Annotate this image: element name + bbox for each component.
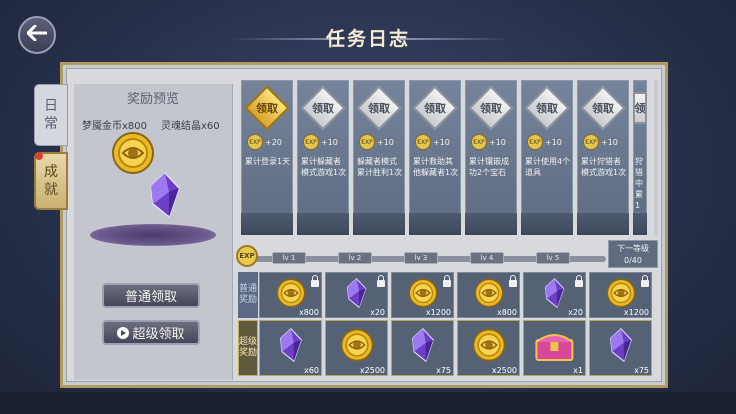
preview-item-crystal-label: 灵魂结晶x60 [161, 121, 220, 132]
task-card-footer [465, 213, 517, 235]
crystal-icon [544, 277, 565, 312]
task-card-footer [633, 213, 647, 235]
reward-quantity: x1200 [425, 308, 451, 317]
task-exp-value: +10 [601, 138, 618, 147]
task-claim-label: 领取 [480, 102, 502, 115]
coin-icon [474, 278, 504, 312]
task-description: 累计救助其他躲藏者1次 [413, 157, 459, 177]
level-marker: lv 4 [470, 252, 504, 264]
task-exp-value: +10 [545, 138, 562, 147]
next-level-box: 下一等级 0/40 [608, 240, 658, 268]
level-marker: lv 2 [338, 252, 372, 264]
exp-icon: EXP [303, 134, 319, 150]
tab-achievement[interactable]: 成 就 [34, 152, 68, 210]
reward-quantity: x800 [298, 308, 319, 317]
lock-icon [509, 275, 517, 287]
task-claim-label: 领取 [312, 102, 334, 115]
task-claim-label: 领取 [536, 102, 558, 115]
task-description: 累计镶嵌成功2个宝石 [469, 157, 509, 177]
lock-icon [443, 275, 451, 287]
exp-icon: EXP [471, 134, 487, 150]
crystal-icon [609, 327, 633, 366]
lock-icon [575, 275, 583, 287]
exp-icon: EXP [527, 134, 543, 150]
preview-item-coin-label: 梦魇金币x800 [82, 121, 148, 132]
card-list-edge [654, 80, 658, 235]
coin-icon [111, 131, 155, 179]
reward-pedestal [88, 222, 218, 248]
reward-quantity: x800 [496, 308, 517, 317]
crystal-icon [346, 277, 367, 312]
super-claim-label: 超级领取 [132, 327, 185, 342]
task-description: 累计躲藏者模式游戏1次 [301, 157, 347, 177]
task-card-footer [409, 213, 461, 235]
task-description: 躲藏者模式累计胜利1次 [357, 157, 403, 177]
normal-claim-button[interactable]: 普通领取 [102, 283, 200, 308]
normal-claim-label: 普通领取 [124, 290, 177, 305]
task-exp-value: +20 [265, 138, 282, 147]
exp-icon: EXP [415, 134, 431, 150]
level-marker: lv 1 [272, 252, 306, 264]
task-card-footer [353, 213, 405, 235]
task-claim-label: 领取 [368, 102, 390, 115]
tab-daily[interactable]: 日 常 [34, 84, 68, 146]
reward-preview-title: 奖励预览 [126, 92, 179, 107]
task-claim-label: 领 [634, 102, 646, 115]
task-claim-label: 领取 [424, 102, 446, 115]
tab-daily-label: 日 常 [44, 98, 58, 132]
reward-quantity: x2500 [359, 366, 385, 375]
reward-quantity: x60 [304, 366, 319, 375]
task-card-footer [521, 213, 573, 235]
crystal-icon [411, 327, 435, 366]
level-marker: lv 3 [404, 252, 438, 264]
task-exp-value: +10 [433, 138, 450, 147]
normal-reward-row-label: 普通奖励 [238, 272, 258, 318]
task-description: 累计狩猎者模式游戏1次 [581, 157, 627, 177]
task-exp-value: +10 [377, 138, 394, 147]
next-level-value: 0/40 [624, 256, 642, 265]
exp-icon: EXP [583, 134, 599, 150]
task-card-footer [241, 213, 293, 235]
page-title: 任务日志 [325, 28, 410, 50]
task-exp-value: +10 [321, 138, 338, 147]
notification-dot [35, 152, 43, 160]
coin-icon [472, 328, 506, 366]
coin-icon [340, 328, 374, 366]
exp-icon: EXP [247, 134, 263, 150]
crystal-icon [279, 327, 303, 366]
bottom-bar [0, 392, 736, 414]
lock-icon [377, 275, 385, 287]
reward-quantity: x20 [568, 308, 583, 317]
super-claim-button[interactable]: 超级领取 [102, 320, 200, 345]
task-card-footer [297, 213, 349, 235]
task-description: 累计使用4个道具 [525, 157, 571, 177]
task-claim-label: 领取 [256, 102, 278, 115]
chest-icon [534, 328, 575, 366]
exp-badge: EXP [236, 245, 258, 267]
super-reward-row-label: 超级奖励 [238, 320, 258, 376]
lock-icon [641, 275, 649, 287]
exp-icon: EXP [359, 134, 375, 150]
coin-icon [408, 278, 438, 312]
reward-quantity: x2500 [491, 366, 517, 375]
reward-quantity: x75 [436, 366, 451, 375]
level-marker: lv 5 [536, 252, 570, 264]
task-description: 累计登录1天 [245, 157, 291, 166]
crystal-icon [150, 171, 180, 222]
tab-achievement-label: 成 就 [44, 164, 58, 198]
next-level-label: 下一等级 [617, 244, 649, 253]
reward-quantity: x1 [573, 366, 583, 375]
coin-icon [276, 278, 306, 312]
task-card-footer [577, 213, 629, 235]
reward-quantity: x1200 [623, 308, 649, 317]
task-claim-label: 领取 [592, 102, 614, 115]
lock-icon [311, 275, 319, 287]
coin-icon [606, 278, 636, 312]
reward-quantity: x20 [370, 308, 385, 317]
reward-quantity: x75 [634, 366, 649, 375]
task-exp-value: +10 [489, 138, 506, 147]
play-icon [117, 326, 130, 339]
